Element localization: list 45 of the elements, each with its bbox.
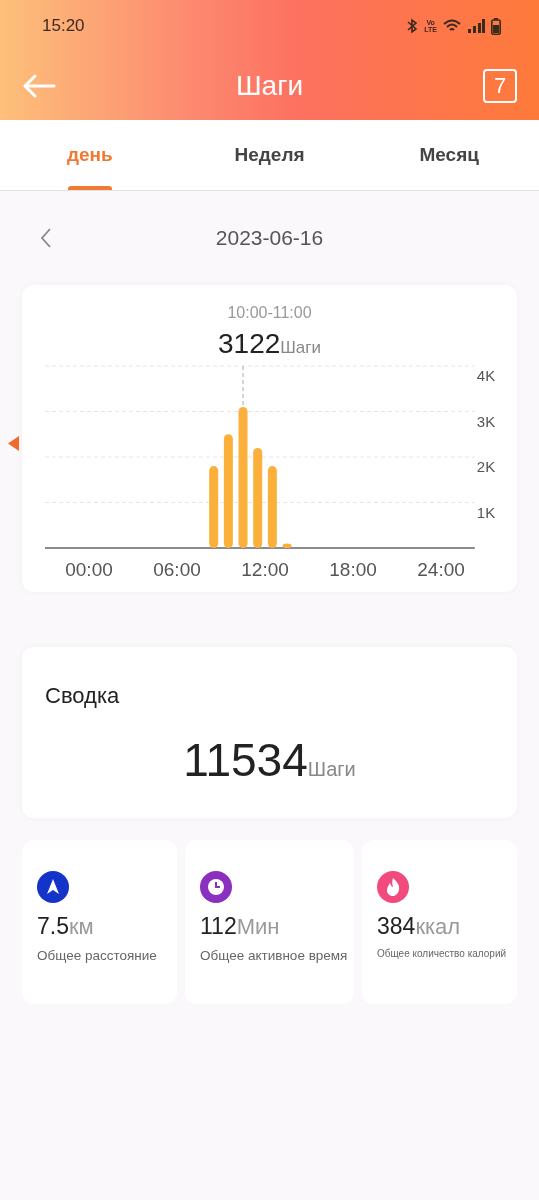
step-bar[interactable] — [223, 434, 233, 548]
axis-label: 4K — [476, 367, 496, 384]
axis-label: 00:00 — [65, 559, 113, 580]
page-title: Шаги — [235, 70, 304, 102]
step-bar[interactable] — [238, 406, 248, 548]
steps-unit: Шаги — [307, 758, 356, 781]
stat-label: Общее активное время — [200, 948, 349, 963]
battery-icon — [491, 17, 501, 35]
wifi-icon — [443, 19, 461, 33]
stat-label: Общее количество калорий — [377, 948, 508, 959]
stat-label: Общее расстояние — [37, 948, 158, 963]
triangle-left-icon — [8, 436, 19, 451]
stat-unit: ккал — [415, 914, 461, 940]
signal-icon — [467, 19, 485, 33]
period-tab[interactable]: Месяц — [359, 120, 539, 190]
bluetooth-icon — [406, 18, 419, 34]
axis-label: 1K — [476, 503, 496, 521]
axis-label: 06:00 — [153, 559, 201, 580]
total-steps: 11534 — [183, 733, 308, 787]
stat-unit: км — [69, 914, 94, 940]
step-bar[interactable] — [253, 447, 263, 548]
summary-title: Сводка — [45, 683, 121, 709]
date-label: 2023-06-16 — [215, 226, 324, 250]
previous-day-button[interactable] — [40, 228, 52, 248]
status-time: 15:20 — [42, 16, 85, 36]
time-range: 10:00-11:00 — [227, 304, 312, 322]
stat-value: 112 — [200, 913, 237, 940]
step-bar[interactable] — [267, 466, 277, 548]
axis-label: 24:00 — [417, 559, 465, 580]
stat-value: 7.5 — [37, 913, 69, 940]
step-bar[interactable] — [209, 466, 219, 548]
back-arrow-icon — [22, 74, 56, 98]
marker-line — [242, 365, 244, 408]
stat-unit: Мин — [236, 914, 280, 940]
axis-label: 2K — [476, 458, 496, 475]
chevron-left-icon — [40, 228, 52, 248]
steps-unit: Шаги — [280, 338, 321, 358]
step-bar[interactable] — [282, 543, 292, 548]
stat-value: 384 — [377, 913, 416, 940]
hour-steps-value: 3122 — [218, 328, 281, 360]
axis-label: 18:00 — [329, 559, 377, 580]
period-tab[interactable]: Неделя — [179, 120, 360, 190]
axis-label: 3K — [476, 412, 496, 430]
back-button[interactable] — [22, 74, 56, 98]
axis-label: 12:00 — [241, 559, 289, 580]
